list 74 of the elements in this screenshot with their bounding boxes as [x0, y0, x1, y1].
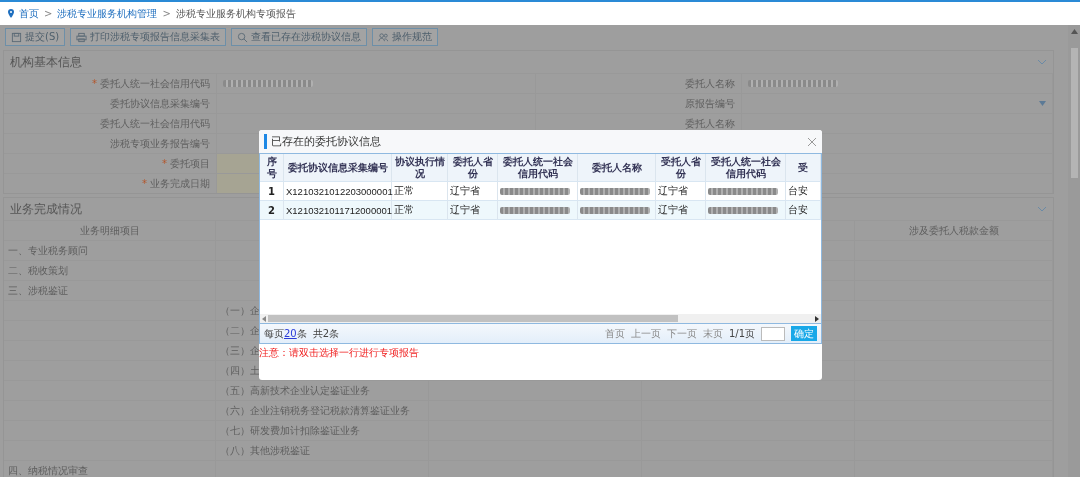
- input-field[interactable]: [216, 74, 536, 93]
- table-cell: 正常: [394, 184, 414, 198]
- last-page-link[interactable]: 末页: [702, 326, 723, 341]
- table-cell: 台安: [788, 203, 808, 217]
- breadcrumb-link[interactable]: 涉税专业服务机构管理: [57, 6, 158, 21]
- table-cell: X1210321011712000001: [286, 204, 393, 216]
- total-count: 共2条: [312, 326, 340, 341]
- blurred-text: [580, 187, 650, 195]
- toolbar-button[interactable]: 查看已存在涉税协议信息: [231, 28, 368, 46]
- column-header: 协议执行情况: [394, 156, 445, 179]
- toolbar-button[interactable]: 操作规范: [372, 28, 439, 46]
- scrollbar-thumb[interactable]: [268, 315, 678, 322]
- prev-page-link[interactable]: 上一页: [630, 326, 661, 341]
- input-field[interactable]: [741, 74, 1053, 93]
- confirm-button[interactable]: 确定: [791, 326, 817, 341]
- table-cell: X1210321012203000001: [286, 185, 393, 197]
- scroll-right-icon[interactable]: [815, 315, 819, 322]
- first-page-link[interactable]: 首页: [604, 326, 625, 341]
- page-indicator: 1/1页: [728, 326, 755, 341]
- scrollbar-thumb[interactable]: [1070, 48, 1078, 178]
- column-header: 委托人省份: [451, 156, 494, 179]
- scroll-left-icon[interactable]: [262, 315, 266, 322]
- blurred-text: [580, 206, 650, 214]
- column-header: 受托人省份: [659, 156, 702, 179]
- scroll-up-icon[interactable]: [1070, 29, 1078, 34]
- breadcrumb-link[interactable]: 涉税专业服务机构专项报告: [175, 6, 296, 21]
- column-header: 受: [798, 161, 808, 174]
- section-title: 业务完成情况: [10, 200, 82, 218]
- search-icon: [237, 31, 249, 43]
- blurred-text: [500, 206, 570, 214]
- breadcrumb-link[interactable]: 首页: [19, 6, 39, 21]
- table-row[interactable]: 2 X1210321011712000001 正常 辽宁省 辽宁省 台安: [260, 201, 821, 220]
- column-header: 序号: [265, 156, 278, 179]
- page-size-link[interactable]: 20: [284, 327, 297, 339]
- table-cell: 台安: [788, 184, 808, 198]
- table-cell: 辽宁省: [450, 203, 480, 217]
- chevron-down-icon[interactable]: [1037, 206, 1047, 212]
- toolbar-button[interactable]: 提交(S): [5, 28, 66, 46]
- row-number: 2: [268, 204, 275, 216]
- table-cell: 辽宁省: [450, 184, 480, 198]
- blurred-text: [500, 187, 570, 195]
- section-title: 机构基本信息: [10, 53, 82, 71]
- close-icon[interactable]: [808, 137, 816, 146]
- page-input[interactable]: [761, 326, 785, 341]
- page-size-text: 每页20条: [264, 326, 307, 341]
- location-pin-icon: [8, 9, 14, 18]
- table-cell: 辽宁省: [658, 203, 688, 217]
- column-header: 受托人统一社会信用代码: [709, 156, 782, 179]
- blurred-text: [708, 206, 778, 214]
- chevron-down-icon[interactable]: [1037, 59, 1047, 65]
- dropdown-arrow-icon: [1039, 101, 1046, 106]
- next-page-link[interactable]: 下一页: [666, 326, 697, 341]
- people-icon: [378, 31, 390, 43]
- column-header: 委托人统一社会信用代码: [501, 156, 574, 179]
- column-header: 委托协议信息采集编号: [287, 161, 388, 174]
- dialog-title: 已存在的委托协议信息: [264, 134, 381, 149]
- column-header: 委托人名称: [591, 161, 642, 174]
- row-number: 1: [268, 185, 275, 197]
- breadcrumb-separator: >: [162, 8, 171, 19]
- input-field[interactable]: [741, 114, 1053, 133]
- table-row[interactable]: 1 X1210321012203000001正常 辽宁省 辽宁省 台安: [260, 182, 821, 201]
- toolbar-button[interactable]: 打印涉税专项报告信息采集表: [70, 28, 227, 46]
- printer-icon: [76, 31, 88, 43]
- notice-text: 注意：请双击选择一行进行专项报告: [259, 346, 420, 360]
- required-asterisk: *: [142, 178, 147, 189]
- breadcrumb-separator: >: [44, 8, 53, 19]
- horizontal-scrollbar[interactable]: [260, 314, 821, 323]
- blurred-text: [708, 187, 778, 195]
- vertical-scrollbar[interactable]: [1068, 25, 1080, 477]
- required-asterisk: *: [162, 158, 167, 169]
- table-cell: 辽宁省: [658, 184, 688, 198]
- dropdown-field[interactable]: [741, 94, 1053, 113]
- required-asterisk: *: [92, 78, 97, 89]
- table-cell: 正常: [394, 203, 414, 217]
